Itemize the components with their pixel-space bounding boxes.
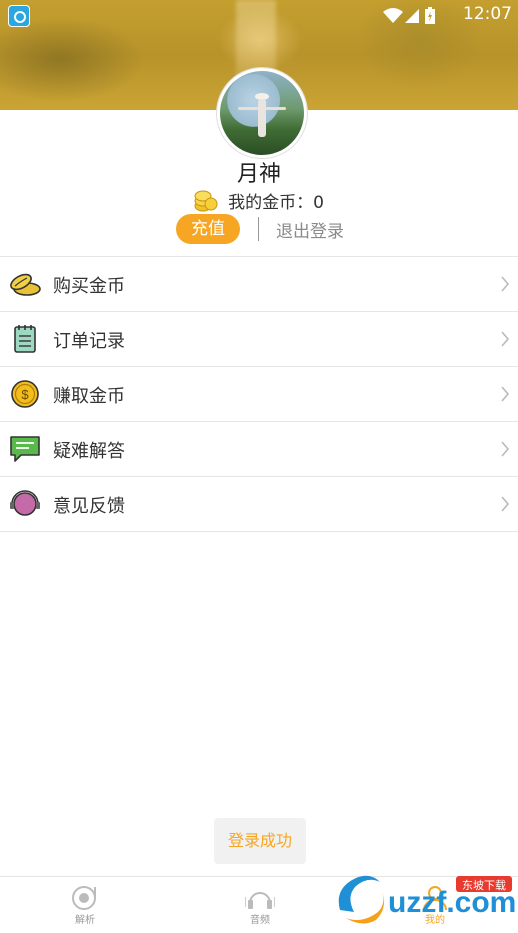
nav-tab-parse[interactable]: 解析	[45, 881, 125, 931]
notepad-icon	[14, 325, 36, 353]
recharge-button[interactable]: 充值	[176, 214, 240, 244]
coin-stack-icon	[194, 190, 218, 211]
menu-item-label: 疑难解答	[53, 441, 125, 462]
avatar-figure	[258, 99, 266, 137]
avatar[interactable]	[217, 68, 307, 158]
menu-item-earn-coins[interactable]: $ 赚取金币	[0, 367, 518, 422]
action-divider	[258, 217, 259, 241]
battery-icon	[425, 7, 435, 24]
menu-item-label: 意见反馈	[53, 496, 125, 517]
app-notification-icon	[8, 5, 30, 27]
logout-link[interactable]: 退出登录	[276, 217, 344, 242]
coin-balance: 我的金币：0	[0, 188, 518, 213]
headphones-icon	[245, 892, 275, 909]
nav-tab-label: 解析	[75, 915, 95, 926]
status-time: 12:07	[463, 4, 512, 24]
menu-item-label: 购买金币	[53, 276, 125, 297]
login-success-toast: 登录成功	[214, 818, 306, 864]
chevron-right-icon	[501, 276, 510, 292]
menu-item-buy-coins[interactable]: 购买金币	[0, 257, 518, 312]
menu-item-label: 赚取金币	[53, 386, 125, 407]
dollar-coin-icon: $	[11, 380, 39, 408]
menu-item-faq[interactable]: 疑难解答	[0, 422, 518, 477]
menu-item-order-records[interactable]: 订单记录	[0, 312, 518, 367]
record-icon	[72, 886, 96, 910]
menu-list: 购买金币 订单记录 $ 赚取金币 疑难解答 意见反馈	[0, 256, 518, 532]
uzzf-watermark-logo: uzzf.com 东坡下载	[338, 875, 516, 924]
svg-text:$: $	[21, 387, 29, 402]
chevron-right-icon	[501, 496, 510, 512]
nav-tab-label: 音频	[250, 915, 270, 926]
wifi-icon	[383, 8, 403, 23]
menu-item-feedback[interactable]: 意见反馈	[0, 477, 518, 532]
watermark-badge: 东坡下载	[462, 879, 506, 892]
status-bar: 12:07	[0, 0, 518, 30]
account-actions: 充值 退出登录	[0, 213, 518, 245]
headset-icon	[10, 490, 40, 516]
chevron-right-icon	[501, 386, 510, 402]
nav-tab-audio[interactable]: 音频	[220, 881, 300, 931]
chat-bubble-icon	[10, 436, 40, 462]
gold-coins-icon	[10, 273, 41, 296]
chevron-right-icon	[501, 441, 510, 457]
signal-icon	[405, 9, 419, 23]
status-icons	[382, 6, 442, 26]
coin-balance-label: 我的金币：0	[228, 193, 324, 213]
chevron-right-icon	[501, 331, 510, 347]
menu-item-label: 订单记录	[53, 331, 125, 352]
username: 月神	[236, 162, 281, 187]
